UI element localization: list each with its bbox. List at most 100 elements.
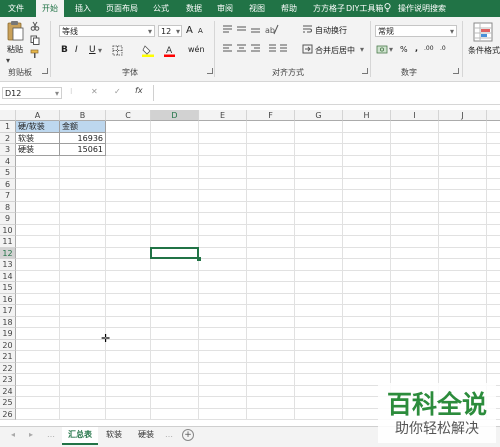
cell-b24[interactable] xyxy=(60,385,106,397)
cell-g16[interactable] xyxy=(295,293,343,305)
cell-e1[interactable] xyxy=(199,121,247,133)
indent-icons[interactable] xyxy=(266,44,290,54)
cell-i16[interactable] xyxy=(391,293,439,305)
cell-e21[interactable] xyxy=(199,351,247,363)
cell-k10[interactable] xyxy=(487,225,500,236)
cell-b12[interactable] xyxy=(60,247,106,259)
row-header-8[interactable]: 8 xyxy=(0,201,16,213)
decrease-decimal-button[interactable]: .0 xyxy=(440,45,446,52)
cell-h19[interactable] xyxy=(343,328,391,340)
cell-k1[interactable] xyxy=(487,121,500,133)
cell-k20[interactable] xyxy=(487,340,500,351)
cell-d4[interactable] xyxy=(151,155,199,167)
cell-b22[interactable] xyxy=(60,362,106,374)
cell-c3[interactable] xyxy=(106,144,151,156)
cell-i8[interactable] xyxy=(391,201,439,213)
column-header-k[interactable]: K xyxy=(487,110,500,121)
cell-j14[interactable] xyxy=(439,270,487,282)
cell-b6[interactable] xyxy=(60,178,106,190)
cell-f16[interactable] xyxy=(247,293,295,305)
cell-f3[interactable] xyxy=(247,144,295,156)
orientation-icon[interactable]: ab xyxy=(265,23,279,35)
cell-c6[interactable] xyxy=(106,178,151,190)
cell-j10[interactable] xyxy=(439,224,487,236)
cell-c1[interactable] xyxy=(106,121,151,133)
cell-k2[interactable] xyxy=(487,133,500,144)
cell-e2[interactable] xyxy=(199,132,247,144)
cell-f1[interactable] xyxy=(247,121,295,133)
tab-page-layout[interactable]: 页面布局 xyxy=(106,0,138,17)
clipboard-launcher[interactable] xyxy=(42,68,48,74)
cell-k14[interactable] xyxy=(487,271,500,282)
row-header-26[interactable]: 26 xyxy=(0,408,16,420)
cell-a19[interactable] xyxy=(16,328,60,340)
cell-i5[interactable] xyxy=(391,167,439,179)
column-header-d[interactable]: D xyxy=(151,110,199,121)
cell-j19[interactable] xyxy=(439,328,487,340)
cell-g10[interactable] xyxy=(295,224,343,236)
cell-a18[interactable] xyxy=(16,316,60,328)
row-header-3[interactable]: 3 xyxy=(0,144,16,156)
shrink-font-button[interactable]: A xyxy=(198,27,203,35)
cell-c26[interactable] xyxy=(106,408,151,420)
cell-f5[interactable] xyxy=(247,167,295,179)
cell-f14[interactable] xyxy=(247,270,295,282)
cell-c24[interactable] xyxy=(106,385,151,397)
cell-f10[interactable] xyxy=(247,224,295,236)
cell-c2[interactable] xyxy=(106,132,151,144)
cell-e3[interactable] xyxy=(199,144,247,156)
cell-d14[interactable] xyxy=(151,270,199,282)
tab-fangfang[interactable]: 方方格子 xyxy=(313,0,345,17)
cell-e12[interactable] xyxy=(199,247,247,259)
cell-e15[interactable] xyxy=(199,282,247,294)
cell-a16[interactable] xyxy=(16,293,60,305)
cell-e10[interactable] xyxy=(199,224,247,236)
add-sheet-button[interactable]: + xyxy=(182,429,194,441)
row-header-21[interactable]: 21 xyxy=(0,351,16,363)
tell-me-search[interactable]: 操作说明搜索 xyxy=(398,0,446,17)
cell-g9[interactable] xyxy=(295,213,343,225)
cell-c15[interactable] xyxy=(106,282,151,294)
cell-b14[interactable] xyxy=(60,270,106,282)
cell-b19[interactable] xyxy=(60,328,106,340)
cell-j11[interactable] xyxy=(439,236,487,248)
bold-button[interactable]: B xyxy=(61,45,68,55)
cell-a23[interactable] xyxy=(16,374,60,386)
cell-a17[interactable] xyxy=(16,305,60,317)
cell-j6[interactable] xyxy=(439,178,487,190)
cell-g19[interactable] xyxy=(295,328,343,340)
cell-d8[interactable] xyxy=(151,201,199,213)
cell-e9[interactable] xyxy=(199,213,247,225)
cell-i11[interactable] xyxy=(391,236,439,248)
cell-c20[interactable] xyxy=(106,339,151,351)
cell-a20[interactable] xyxy=(16,339,60,351)
cell-d20[interactable] xyxy=(151,339,199,351)
tab-home[interactable]: 开始 xyxy=(36,0,64,17)
cell-f2[interactable] xyxy=(247,132,295,144)
cell-i4[interactable] xyxy=(391,155,439,167)
cell-k21[interactable] xyxy=(487,351,500,363)
cell-c25[interactable] xyxy=(106,397,151,409)
cell-h11[interactable] xyxy=(343,236,391,248)
cell-e19[interactable] xyxy=(199,328,247,340)
cell-g6[interactable] xyxy=(295,178,343,190)
cell-f11[interactable] xyxy=(247,236,295,248)
cell-j16[interactable] xyxy=(439,293,487,305)
cell-f22[interactable] xyxy=(247,362,295,374)
row-header-1[interactable]: 1 xyxy=(0,121,16,133)
cell-h10[interactable] xyxy=(343,224,391,236)
row-header-11[interactable]: 11 xyxy=(0,236,16,248)
cell-g26[interactable] xyxy=(295,408,343,420)
cell-h13[interactable] xyxy=(343,259,391,271)
cell-j22[interactable] xyxy=(439,362,487,374)
cell-h14[interactable] xyxy=(343,270,391,282)
comma-button[interactable]: , xyxy=(415,44,418,53)
cell-e4[interactable] xyxy=(199,155,247,167)
cell-g21[interactable] xyxy=(295,351,343,363)
cell-i10[interactable] xyxy=(391,224,439,236)
paste-icon[interactable] xyxy=(6,20,24,42)
cell-i22[interactable] xyxy=(391,362,439,374)
cell-e24[interactable] xyxy=(199,385,247,397)
currency-icon[interactable] xyxy=(376,44,388,55)
cell-a12[interactable] xyxy=(16,247,60,259)
